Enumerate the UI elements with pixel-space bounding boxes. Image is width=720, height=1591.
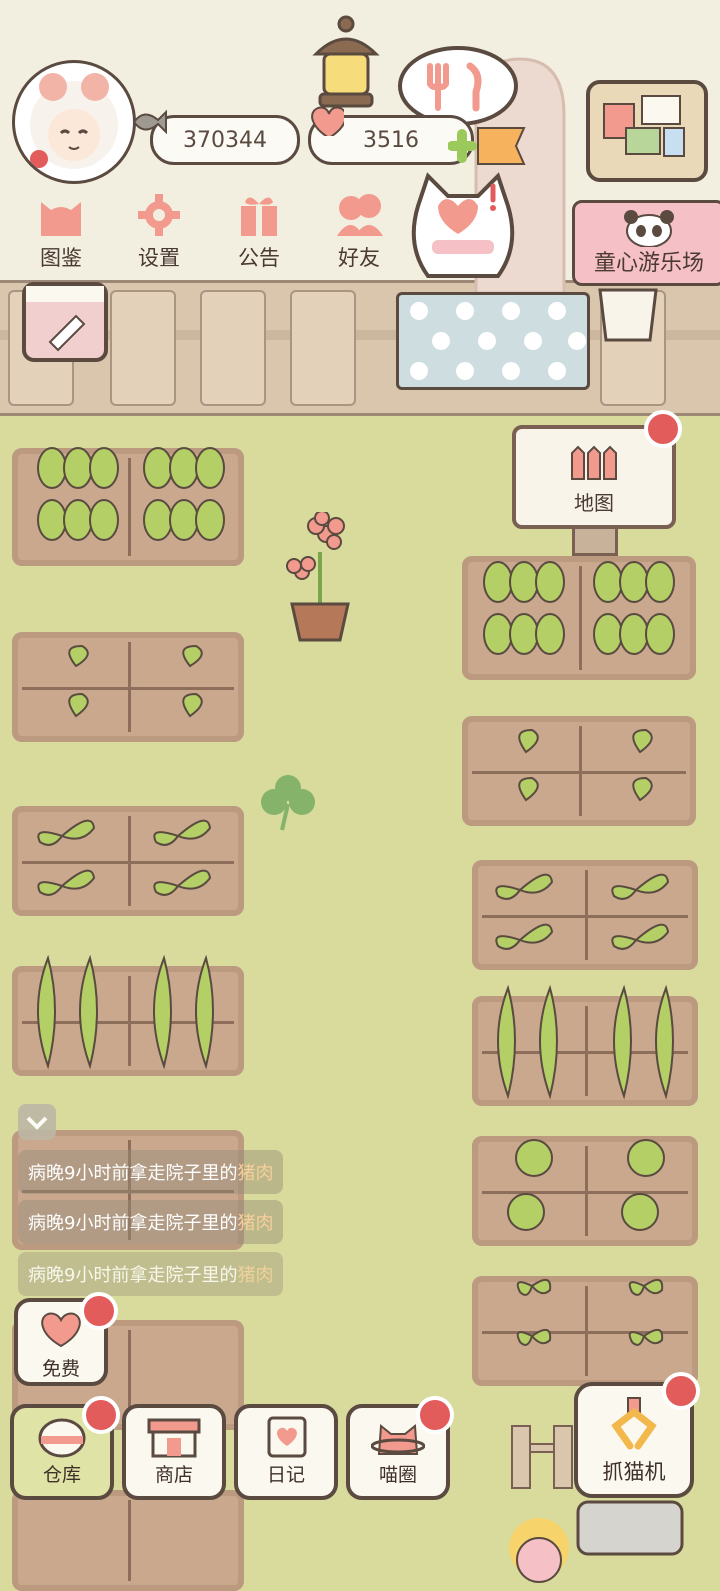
storefront-icon xyxy=(147,1418,201,1458)
warehouse-notification-dot xyxy=(82,1396,120,1434)
fish-coin-counter[interactable]: 370344 xyxy=(150,115,300,165)
feed-message-item: 猪肉 xyxy=(237,1265,274,1286)
bucket-icon xyxy=(598,288,658,342)
claw-machine-notification-dot xyxy=(662,1372,700,1410)
crop-sprout[interactable] xyxy=(490,716,680,816)
garden-plot[interactable] xyxy=(12,1490,244,1591)
cat-head-icon xyxy=(41,202,81,236)
crop-sprout[interactable] xyxy=(40,636,230,736)
menu-settings-label: 设置 xyxy=(138,246,180,270)
game-scene: 370344 3516 图鉴 设置 公告 好友 童心游乐场 地图 病晚9小时前拿… xyxy=(0,0,720,1591)
friends-icon xyxy=(337,194,383,236)
diary-label: 日记 xyxy=(266,1464,305,1486)
feed-message-text: 病晚9小时前拿走院子里的 xyxy=(28,1163,238,1184)
diary-icon xyxy=(267,1416,307,1458)
feed-collapse-button[interactable] xyxy=(18,1104,56,1140)
menu-notice-label: 公告 xyxy=(238,246,280,270)
shop-counter xyxy=(396,292,590,390)
claw-machine-label: 抓猫机 xyxy=(602,1460,666,1484)
crop-lettuce[interactable] xyxy=(18,436,242,556)
clover-icon[interactable] xyxy=(256,770,320,834)
gear-icon xyxy=(138,194,180,236)
feed-message: 病晚9小时前拿走院子里的 猪肉 xyxy=(18,1252,284,1296)
warehouse-label: 仓库 xyxy=(42,1464,81,1486)
flower-pot[interactable] xyxy=(280,512,360,644)
fence-plank xyxy=(200,290,266,406)
shop-label: 商店 xyxy=(154,1464,193,1486)
feed-message-text: 病晚9小时前拿走院子里的 xyxy=(28,1213,238,1234)
feed-message-item: 猪肉 xyxy=(237,1213,274,1234)
feed-message: 病晚9小时前拿走院子里的 猪肉 xyxy=(18,1150,284,1194)
panda-icon xyxy=(624,210,674,247)
amusement-park-label: 童心游乐场 xyxy=(593,251,704,276)
diary-button[interactable]: 日记 xyxy=(234,1404,338,1500)
crop-cabbage[interactable] xyxy=(490,1130,680,1240)
shopkeeper-cat[interactable] xyxy=(398,166,528,296)
fence-plank xyxy=(110,290,176,406)
sunflower[interactable] xyxy=(494,1516,584,1591)
feed-message: 病晚9小时前拿走院子里的 猪肉 xyxy=(18,1200,284,1244)
cat-circle-notification-dot xyxy=(416,1396,454,1434)
bun-icon xyxy=(38,1418,86,1458)
map-label: 地图 xyxy=(574,491,614,515)
free-label: 免费 xyxy=(41,1358,80,1380)
cat-circle-label: 喵圈 xyxy=(378,1464,417,1486)
map-notification-dot xyxy=(644,410,682,448)
player-avatar[interactable] xyxy=(12,60,136,184)
menu-collection-button[interactable]: 图鉴 xyxy=(16,192,106,292)
heart-value: 3516 xyxy=(363,127,419,153)
heart-icon xyxy=(311,106,344,136)
lantern-icon xyxy=(312,15,380,108)
menu-friends-label: 好友 xyxy=(338,246,380,270)
crop-seedling[interactable] xyxy=(22,806,222,916)
crop-corn[interactable] xyxy=(18,950,228,1070)
crop-lettuce[interactable] xyxy=(468,546,692,670)
add-heart-button[interactable] xyxy=(448,122,528,170)
stone-bench xyxy=(576,1500,684,1556)
notice-board[interactable] xyxy=(586,80,708,182)
crop-seedling[interactable] xyxy=(480,860,680,970)
amusement-park-sign[interactable]: 童心游乐场 xyxy=(572,200,720,286)
crop-corn[interactable] xyxy=(478,980,688,1100)
claw-icon xyxy=(611,1397,657,1450)
crop-sapling[interactable] xyxy=(498,1266,678,1376)
menu-settings-button[interactable]: 设置 xyxy=(114,192,204,292)
menu-collection-label: 图鉴 xyxy=(40,246,82,270)
chevron-down-icon xyxy=(26,1116,48,1130)
fish-icon xyxy=(132,109,167,135)
calendar-button[interactable] xyxy=(22,282,108,362)
feed-message-item: 猪肉 xyxy=(237,1163,274,1184)
fish-coin-value: 370344 xyxy=(183,127,267,153)
fence-plank xyxy=(290,290,356,406)
fence-gate-icon xyxy=(571,445,617,480)
shop-button[interactable]: 商店 xyxy=(122,1404,226,1500)
menu-friends-button[interactable]: 好友 xyxy=(314,192,404,292)
free-notification-dot xyxy=(80,1292,118,1330)
fence-posts xyxy=(511,1425,573,1489)
feed-message-text: 病晚9小时前拿走院子里的 xyxy=(28,1265,238,1286)
gift-icon xyxy=(241,197,277,236)
menu-notice-button[interactable]: 公告 xyxy=(214,192,304,292)
